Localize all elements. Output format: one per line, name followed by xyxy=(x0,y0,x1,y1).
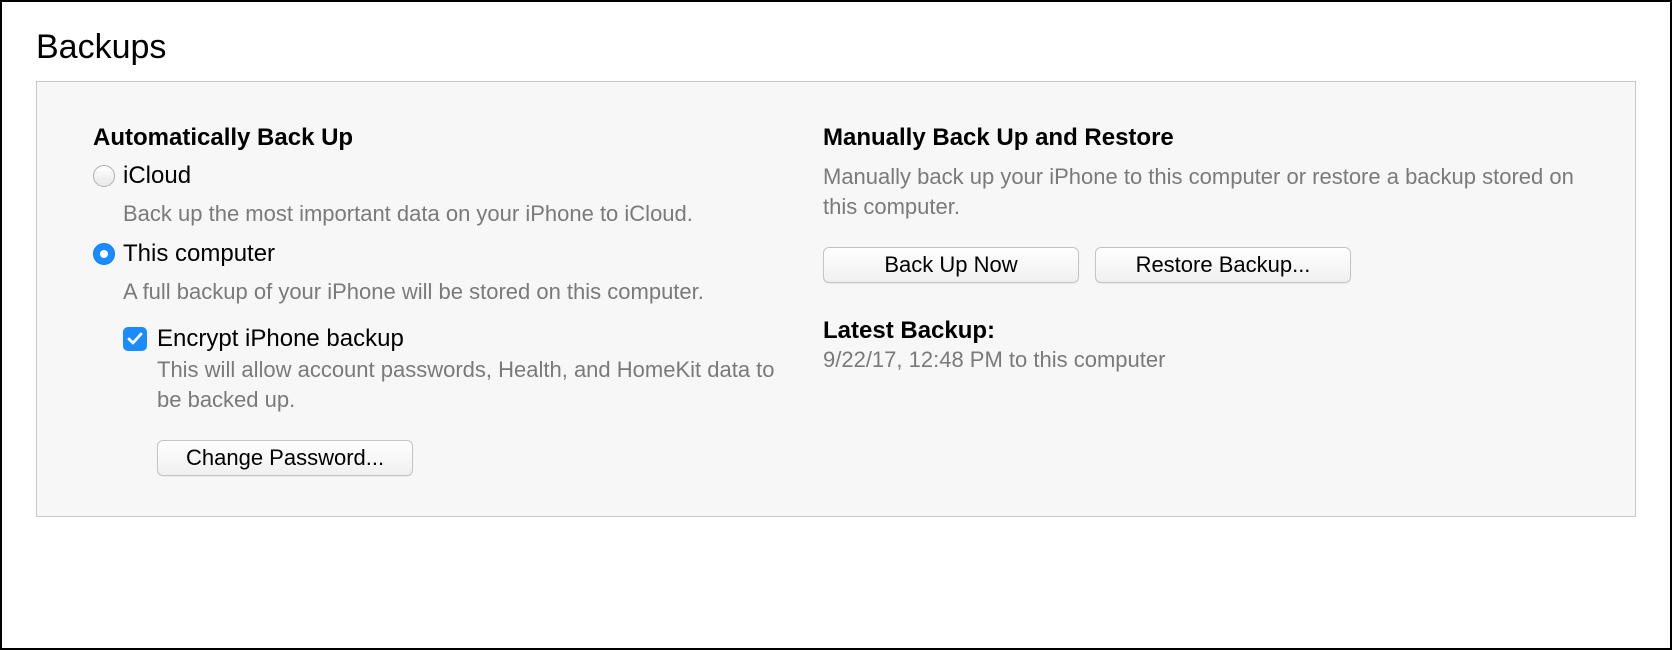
section-title: Backups xyxy=(36,28,1636,67)
this-computer-radio[interactable] xyxy=(93,243,115,265)
this-computer-desc: A full backup of your iPhone will be sto… xyxy=(123,277,783,307)
manual-button-row: Back Up Now Restore Backup... xyxy=(823,247,1579,283)
back-up-now-button[interactable]: Back Up Now xyxy=(823,247,1079,283)
icloud-label: iCloud xyxy=(123,162,191,191)
latest-backup-heading: Latest Backup: xyxy=(823,317,1579,345)
icloud-desc: Back up the most important data on your … xyxy=(123,199,783,229)
manual-backup-column: Manually Back Up and Restore Manually ba… xyxy=(823,124,1579,476)
restore-backup-button[interactable]: Restore Backup... xyxy=(1095,247,1351,283)
encrypt-row[interactable]: Encrypt iPhone backup xyxy=(123,325,783,353)
encrypt-desc: This will allow account passwords, Healt… xyxy=(157,355,783,414)
change-password-button[interactable]: Change Password... xyxy=(157,440,413,476)
icloud-radio[interactable] xyxy=(93,165,115,187)
manual-desc: Manually back up your iPhone to this com… xyxy=(823,162,1579,221)
this-computer-label: This computer xyxy=(123,240,275,269)
encrypt-label: Encrypt iPhone backup xyxy=(157,325,404,353)
checkmark-icon xyxy=(126,330,144,348)
auto-backup-heading: Automatically Back Up xyxy=(93,124,783,152)
manual-heading: Manually Back Up and Restore xyxy=(823,124,1579,152)
auto-backup-column: Automatically Back Up iCloud Back up the… xyxy=(93,124,783,476)
icloud-option-row[interactable]: iCloud xyxy=(93,162,783,191)
backups-panel: Automatically Back Up iCloud Back up the… xyxy=(36,81,1636,517)
latest-backup-value: 9/22/17, 12:48 PM to this computer xyxy=(823,347,1579,373)
encrypt-checkbox[interactable] xyxy=(123,327,147,351)
this-computer-option-row[interactable]: This computer xyxy=(93,240,783,269)
